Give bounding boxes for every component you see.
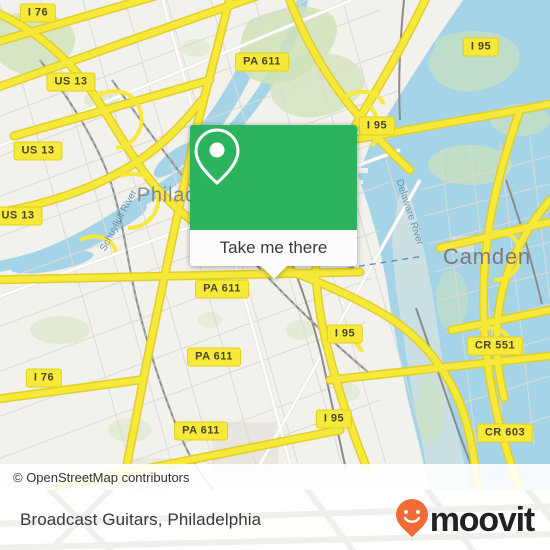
road-shield-i76-south[interactable]: I 76 [25, 368, 63, 388]
road-shield-i95-center[interactable]: I 95 [358, 116, 396, 136]
road-shield-us13-lower[interactable]: US 13 [0, 206, 43, 226]
place-label-camden: Camden [443, 244, 531, 269]
road-shield-i95-mid[interactable]: I 95 [326, 324, 364, 344]
map-screenshot: Camden Philadelphia Delaware River Schuy… [0, 0, 550, 550]
road-shield-us13-upper[interactable]: US 13 [46, 72, 96, 92]
attribution-text: © OpenStreetMap contributors [13, 469, 190, 485]
take-me-there-label: Take me there [219, 238, 328, 257]
map-attribution[interactable]: © OpenStreetMap contributors [0, 464, 550, 490]
road-shield-us13-mid[interactable]: US 13 [13, 141, 63, 161]
road-shield-i95-south[interactable]: I 95 [315, 409, 353, 429]
road-shield-pa611-south[interactable]: PA 611 [174, 421, 228, 441]
road-shield-cr603[interactable]: CR 603 [476, 423, 534, 443]
road-shield-pa611-upper-mid[interactable]: PA 611 [195, 279, 249, 299]
page-title: Broadcast Guitars, Philadelphia [20, 510, 262, 529]
map-canvas[interactable]: Camden Philadelphia Delaware River Schuy… [0, 0, 550, 490]
footer-bar: Broadcast Guitars, Philadelphia moovit [0, 490, 550, 550]
road-shield-i76-north[interactable]: I 76 [19, 3, 57, 23]
popup-image-area [190, 125, 357, 230]
road-shield-pa611-mid[interactable]: PA 611 [187, 347, 241, 367]
road-shield-pa611-north[interactable]: PA 611 [235, 52, 289, 72]
popup-pointer [260, 266, 287, 279]
moovit-smiley-pin-icon [395, 498, 429, 543]
take-me-there-button[interactable]: Take me there [190, 230, 357, 279]
road-shield-cr551[interactable]: CR 551 [466, 336, 524, 356]
location-popup-card[interactable]: Take me there [190, 125, 357, 279]
moovit-wordmark: moovit [429, 501, 535, 539]
road-shield-i95-northeast[interactable]: I 95 [462, 37, 500, 57]
moovit-logo[interactable]: moovit [395, 498, 535, 543]
